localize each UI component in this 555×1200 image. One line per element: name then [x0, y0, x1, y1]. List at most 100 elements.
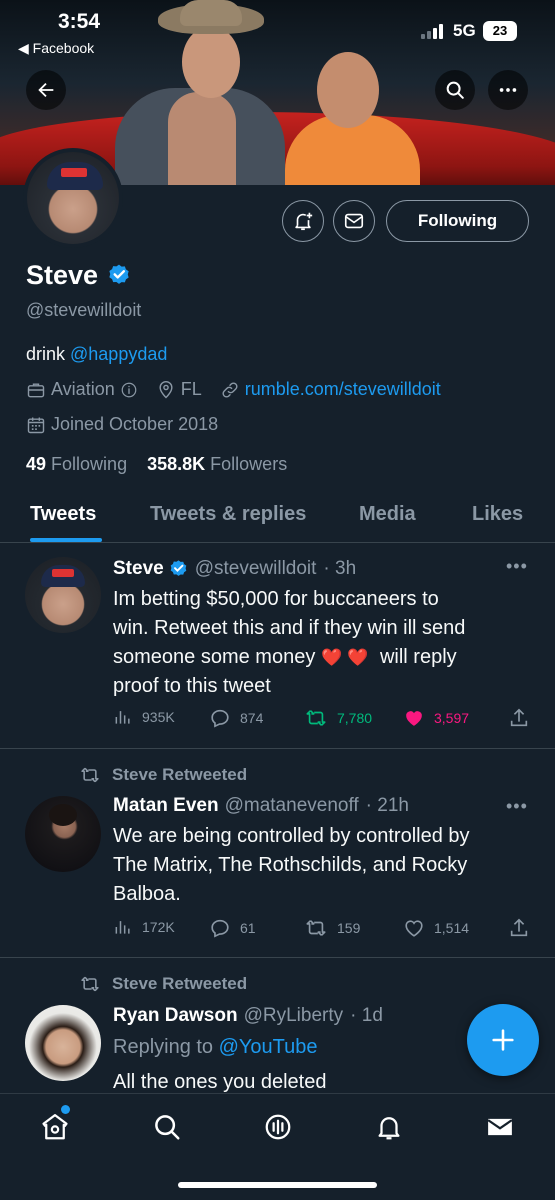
more-button[interactable] [488, 70, 528, 110]
search-button[interactable] [435, 70, 475, 110]
website-link[interactable]: rumble.com/stevewilldoit [245, 379, 441, 400]
tweet-author-handle: @RyLiberty [243, 1005, 344, 1026]
following-button[interactable]: Following [386, 200, 529, 242]
category-label: Aviation [51, 379, 115, 399]
retweet-icon [81, 767, 99, 783]
tweet-more-icon[interactable]: ••• [506, 796, 528, 817]
like-count: 1,514 [434, 920, 470, 936]
following-stat[interactable]: 49 Following [26, 454, 127, 474]
nav-spaces[interactable] [261, 1110, 295, 1144]
joined-label: Joined October 2018 [51, 414, 219, 434]
tweet-author-name[interactable]: Ryan Dawson [113, 1005, 238, 1027]
avatar-cap-badge [61, 168, 87, 177]
active-tab-indicator [30, 538, 102, 542]
profile-meta: Aviation FL rumble.com/stevewilldoit [26, 379, 459, 400]
tweet-text-line: win. Retweet this and if they win ill se… [113, 617, 466, 639]
tweet-author-name[interactable]: Steve [113, 558, 164, 580]
reply-count: 874 [240, 710, 264, 726]
followers-stat[interactable]: 358.8K Followers [147, 454, 287, 474]
info-icon[interactable] [120, 381, 138, 399]
like-icon [405, 920, 423, 937]
profile-handle: @stevewilldoit [26, 300, 142, 320]
like-button[interactable]: 3,597 [403, 707, 469, 729]
views-button[interactable]: 935K [113, 707, 175, 727]
share-button[interactable] [508, 917, 530, 939]
retweet-button[interactable]: 7,780 [304, 707, 372, 729]
reply-button[interactable]: 874 [209, 707, 263, 729]
tweet-avatar[interactable] [25, 1005, 101, 1081]
nav-messages[interactable] [483, 1110, 517, 1144]
profile-tabs: Tweets Tweets & replies Media Likes [0, 495, 555, 543]
tab-tweets-replies[interactable]: Tweets & replies [150, 503, 306, 526]
bio-mention-link[interactable]: @happydad [70, 344, 167, 364]
tweet-header: Ryan Dawson @RyLiberty · 1d [113, 1005, 383, 1027]
like-count: 3,597 [434, 710, 470, 726]
replying-to: Replying to @YouTube [113, 1033, 528, 1062]
network-type: 5G [453, 21, 476, 40]
heart-emoji: ❤️ ❤️ [321, 648, 369, 667]
verified-icon [170, 559, 186, 576]
views-count: 172K [142, 919, 175, 935]
back-to-app-link[interactable]: ◀ Facebook [18, 40, 94, 57]
tweet-more-icon[interactable]: ••• [506, 556, 528, 577]
website[interactable]: rumble.com/stevewilldoit [220, 379, 441, 400]
joined: Joined October 2018 [26, 414, 218, 435]
retweeted-by-label: Steve Retweeted [112, 765, 248, 784]
message-button[interactable] [333, 200, 375, 242]
back-arrow-icon [38, 82, 54, 98]
tweet-header: Matan Even @matanevenoff · 21h [113, 795, 409, 817]
tweet-text-segment: will reply [379, 646, 457, 668]
reply-icon [211, 709, 229, 728]
signal-icon [421, 23, 447, 39]
replying-to-prefix: Replying to [113, 1036, 219, 1058]
views-icon [115, 921, 130, 934]
home-indicator[interactable] [178, 1182, 377, 1188]
tab-media[interactable]: Media [359, 503, 416, 526]
tweet-avatar[interactable] [25, 557, 101, 633]
retweet-icon [306, 920, 326, 936]
retweet-icon [81, 976, 99, 992]
share-icon [510, 918, 528, 937]
tweet-actions: 935K 874 7,780 3,597 [113, 707, 533, 731]
joined-row: Joined October 2018 [26, 414, 236, 435]
compose-tweet-button[interactable] [467, 1004, 539, 1076]
mail-icon [487, 1118, 513, 1136]
battery-icon: 23 [483, 21, 517, 41]
nav-home[interactable] [38, 1110, 72, 1144]
reply-icon [211, 919, 229, 938]
following-count: 49 [26, 454, 47, 474]
tweet-author-name[interactable]: Matan Even [113, 795, 219, 817]
retweet-icon [306, 710, 326, 726]
nav-notifications[interactable] [372, 1110, 406, 1144]
calendar-icon [27, 417, 45, 433]
followers-count: 358.8K [147, 454, 206, 474]
share-button[interactable] [508, 707, 530, 729]
tweet-avatar-cap-badge [52, 569, 74, 577]
home-notification-dot [61, 1105, 70, 1114]
tweet-actions: 172K 61 159 1,514 [113, 917, 533, 941]
bio-text: drink [26, 344, 71, 364]
tab-likes[interactable]: Likes [472, 503, 523, 526]
spaces-icon [265, 1114, 291, 1140]
tweet-header: Steve @stevewilldoit · 3h [113, 558, 356, 580]
profile-bio: drink @happydad [26, 344, 167, 365]
tab-tweets[interactable]: Tweets [30, 503, 96, 526]
views-button[interactable]: 172K [113, 917, 175, 937]
tweet-author-handle: @stevewilldoit [194, 558, 317, 579]
back-button[interactable] [26, 70, 66, 110]
notifications-button[interactable] [282, 200, 324, 242]
tweet-text-line: Balboa. [113, 883, 181, 905]
status-bar: 3:54 ◀ Facebook 5G 23 [0, 0, 555, 70]
tweet-text-line: The Matrix, The Rothschilds, and Rocky [113, 854, 468, 876]
retweet-button[interactable]: 159 [304, 917, 360, 939]
retweet-count: 159 [337, 920, 361, 936]
nav-search[interactable] [150, 1110, 184, 1144]
status-time: 3:54 [58, 10, 101, 33]
reply-button[interactable]: 61 [209, 917, 256, 939]
category: Aviation [26, 379, 138, 400]
profile-avatar[interactable] [23, 148, 123, 248]
replying-to-link[interactable]: @YouTube [219, 1036, 318, 1058]
tweet-avatar[interactable] [25, 796, 101, 872]
share-icon [510, 708, 528, 727]
like-button[interactable]: 1,514 [403, 917, 469, 939]
